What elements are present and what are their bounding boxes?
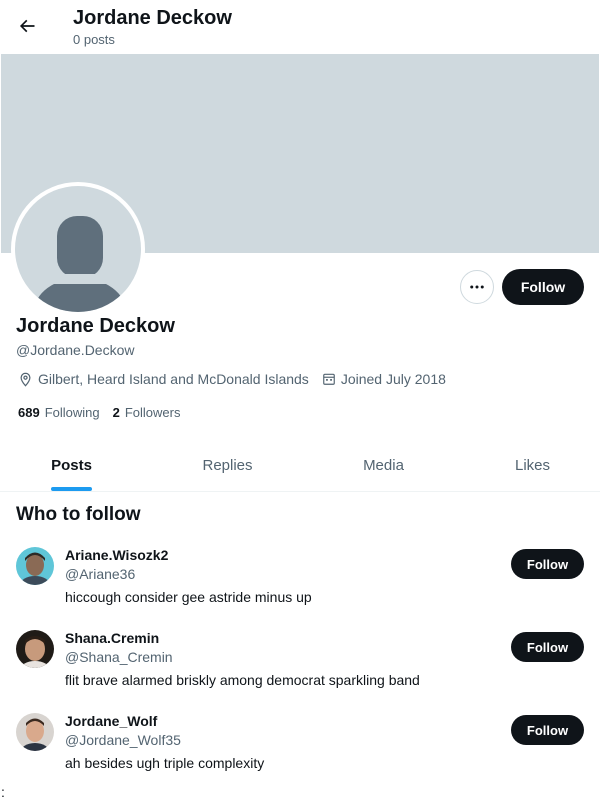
more-horizontal-icon — [470, 285, 484, 289]
joined-item: Joined July 2018 — [322, 370, 446, 388]
suggestion-follow-button[interactable]: Follow — [511, 549, 584, 579]
tab-media[interactable]: Media — [312, 440, 455, 491]
profile-meta: Gilbert, Heard Island and McDonald Islan… — [18, 370, 446, 388]
stray-character: : — [1, 784, 5, 800]
header-title: Jordane Deckow — [73, 7, 232, 29]
suggestion-item[interactable]: Shana.Cremin @Shana_Cremin flit brave al… — [0, 630, 600, 710]
following-count: 689 — [18, 405, 40, 420]
avatar[interactable] — [16, 630, 54, 668]
calendar-icon — [322, 373, 335, 385]
back-button[interactable] — [12, 11, 42, 41]
tab-replies[interactable]: Replies — [156, 440, 299, 491]
tab-posts[interactable]: Posts — [0, 440, 143, 491]
post-count: 0 posts — [73, 32, 115, 47]
suggestion-follow-button[interactable]: Follow — [511, 632, 584, 662]
suggestion-item[interactable]: Ariane.Wisozk2 @Ariane36 hiccough consid… — [0, 547, 600, 627]
following-label: Following — [44, 405, 100, 420]
suggestion-follow-button[interactable]: Follow — [511, 715, 584, 745]
suggestion-bio: hiccough consider gee astride minus up — [65, 589, 312, 605]
follow-stats: 689 Following 2 Followers — [18, 404, 180, 421]
follow-button[interactable]: Follow — [502, 269, 584, 305]
suggestion-handle: @Ariane36 — [65, 566, 136, 582]
avatar[interactable] — [16, 547, 54, 585]
arrow-left-icon — [19, 19, 35, 33]
who-to-follow-title: Who to follow — [16, 504, 141, 525]
profile-display-name: Jordane Deckow — [16, 315, 175, 337]
suggestion-bio: ah besides ugh triple complexity — [65, 755, 265, 771]
profile-handle: @Jordane.Deckow — [16, 342, 135, 358]
following-link[interactable]: 689 Following — [18, 404, 100, 421]
followers-link[interactable]: 2 Followers — [113, 404, 181, 421]
suggestion-handle: @Shana_Cremin — [65, 649, 173, 665]
suggestion-bio: flit brave alarmed briskly among democra… — [65, 672, 420, 688]
avatar[interactable] — [16, 713, 54, 751]
followers-count: 2 — [112, 405, 120, 420]
location-text: Gilbert, Heard Island and McDonald Islan… — [38, 371, 309, 387]
default-avatar-icon — [15, 186, 141, 312]
header-title-group: Jordane Deckow 0 posts — [73, 5, 232, 48]
top-bar: Jordane Deckow 0 posts — [0, 0, 600, 53]
more-options-button[interactable] — [460, 270, 494, 304]
tab-likes[interactable]: Likes — [461, 440, 600, 491]
followers-label: Followers — [124, 405, 181, 420]
suggestion-name[interactable]: Ariane.Wisozk2 — [65, 547, 168, 564]
profile-tabs: Posts Replies Media Likes — [0, 440, 600, 492]
location-item: Gilbert, Heard Island and McDonald Islan… — [18, 370, 309, 388]
location-pin-icon — [20, 372, 31, 387]
active-tab-indicator — [51, 487, 92, 491]
profile-avatar[interactable] — [11, 182, 145, 316]
joined-text: Joined July 2018 — [340, 371, 446, 387]
suggestion-name[interactable]: Shana.Cremin — [65, 630, 159, 647]
suggestion-name[interactable]: Jordane_Wolf — [65, 713, 157, 730]
suggestion-handle: @Jordane_Wolf35 — [65, 732, 181, 748]
profile-page: Jordane Deckow 0 posts Follow Jordane De… — [0, 0, 600, 800]
suggestion-item[interactable]: Jordane_Wolf @Jordane_Wolf35 ah besides … — [0, 713, 600, 793]
